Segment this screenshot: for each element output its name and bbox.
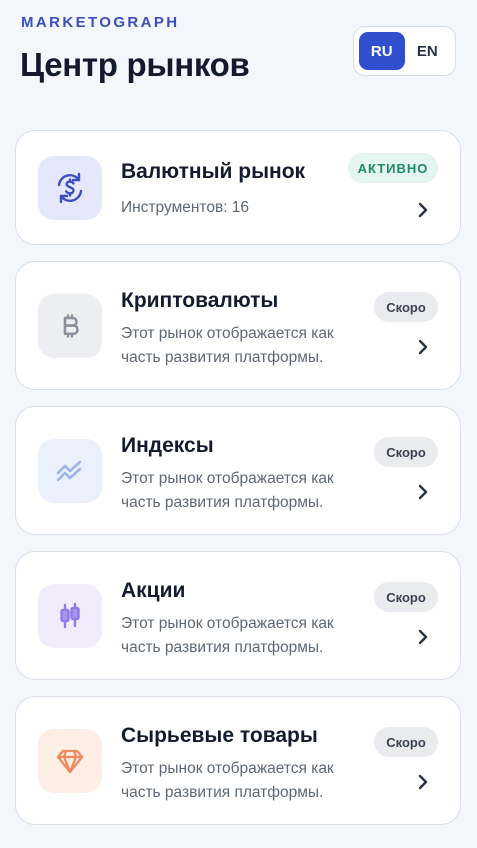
candlestick-icon [38,584,102,648]
status-badge: АКТИВНО [348,153,438,183]
language-option-ru[interactable]: RU [359,32,405,70]
market-title: Индексы [121,434,214,457]
page-title: Центр рынков [20,46,250,83]
market-title: Валютный рынок [121,160,306,183]
status-badge: Скоро [374,727,438,757]
market-instrument-count: Инструментов: 16 [121,199,250,216]
market-description: Этот рынок отображается как часть развит… [121,325,334,366]
chevron-right-icon [418,484,428,500]
market-description: Этот рынок отображается как часть развит… [121,470,334,511]
chevron-right-icon [418,629,428,645]
language-switch: RU EN [353,26,456,76]
market-card-stocks[interactable]: Акции Этот рынок отображается как часть … [15,551,461,680]
market-card-currency[interactable]: Валютный рынок Инструментов: 16 АКТИВНО [15,130,461,245]
chevron-right-icon [418,774,428,790]
chevron-right-icon [418,339,428,355]
bitcoin-icon [38,294,102,358]
market-card-indices[interactable]: Индексы Этот рынок отображается как част… [15,406,461,535]
status-badge: Скоро [374,437,438,467]
market-title: Криптовалюты [121,289,279,312]
diamond-icon [38,729,102,793]
market-title: Сырьевые товары [121,724,318,747]
language-option-en[interactable]: EN [405,32,451,70]
trend-chart-icon [38,439,102,503]
market-description: Этот рынок отображается как часть развит… [121,760,334,801]
brand-label: MARKETOGRAPH [21,14,180,31]
currency-exchange-icon [38,156,102,220]
market-title: Акции [121,579,186,602]
market-card-commodities[interactable]: Сырьевые товары Этот рынок отображается … [15,696,461,825]
status-badge: Скоро [374,582,438,612]
market-card-crypto[interactable]: Криптовалюты Этот рынок отображается как… [15,261,461,390]
status-badge: Скоро [374,292,438,322]
market-description: Этот рынок отображается как часть развит… [121,615,334,656]
chevron-right-icon [418,202,428,218]
